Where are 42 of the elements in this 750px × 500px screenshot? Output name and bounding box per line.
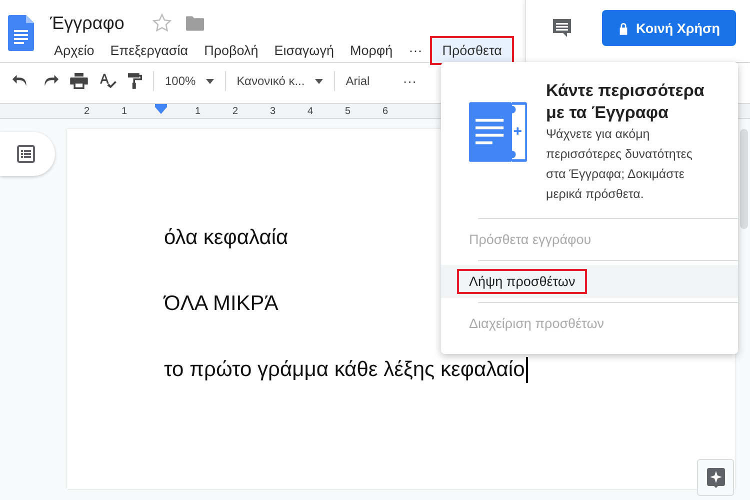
ruler-label: 2 <box>82 106 91 116</box>
folder-icon[interactable] <box>186 16 204 30</box>
menu-item[interactable]: ··· <box>400 37 430 64</box>
menu-item[interactable]: Μορφή <box>342 37 401 64</box>
ruler-label: 5 <box>344 106 352 116</box>
print-icon[interactable] <box>70 73 88 89</box>
addons-menu-item[interactable]: Λήψη προσθέτων <box>441 265 738 298</box>
outline-button[interactable] <box>0 132 55 176</box>
promo-description: Ψάχνετε για ακόμη περισσότερες δυνατότητες στα Έγγραφα; Δοκιμάστε μερικά πρόσθετα. <box>546 126 694 203</box>
share-button[interactable]: Κοινή Χρήση <box>602 10 736 46</box>
menu-item[interactable]: Εισαγωγή <box>266 37 342 64</box>
more-button[interactable]: ··· <box>402 73 417 89</box>
star-icon[interactable] <box>152 13 172 33</box>
menu-item[interactable]: Επεξεργασία <box>102 37 196 64</box>
spellcheck-icon[interactable] <box>99 73 117 89</box>
outline-icon <box>17 145 35 163</box>
ruler-label: 3 <box>268 106 277 116</box>
ruler-label: 6 <box>381 106 390 116</box>
ruler-label: 4 <box>306 106 314 116</box>
indent-marker-icon[interactable] <box>155 104 167 114</box>
explore-button[interactable] <box>697 459 734 496</box>
explore-icon <box>706 468 724 488</box>
menu-item[interactable]: Προβολή <box>196 37 266 64</box>
ruler-label: 1 <box>120 106 128 116</box>
menu-item[interactable]: Πρόσθετα <box>430 36 514 65</box>
promo-title: Κάντε περισσότερα με τα Έγγραφα <box>546 80 706 124</box>
lock-icon <box>618 22 629 34</box>
menu-item[interactable]: Αρχείο <box>46 37 102 64</box>
document-title[interactable]: Έγγραφο <box>50 12 124 34</box>
document-paragraph: ΌΛΑ ΜΙΚΡΆ <box>164 291 278 317</box>
zoom-dropdown[interactable]: 100% <box>165 74 214 88</box>
document-paragraph: το πρώτο γράμμα κάθε λέξης κεφαλαίο <box>164 357 528 383</box>
ruler-label: 1 <box>194 106 202 116</box>
document-icon[interactable] <box>8 15 34 51</box>
addon-document-icon <box>469 101 527 163</box>
style-dropdown[interactable]: Κανονικό κ... <box>236 74 323 88</box>
ruler-label: 2 <box>231 106 240 116</box>
scrollbar-thumb[interactable] <box>740 129 748 229</box>
paint-format-icon[interactable] <box>128 73 142 89</box>
comment-icon[interactable] <box>552 18 572 38</box>
font-dropdown[interactable]: Arial <box>346 74 370 88</box>
document-paragraph: όλα κεφαλαία <box>164 225 288 251</box>
